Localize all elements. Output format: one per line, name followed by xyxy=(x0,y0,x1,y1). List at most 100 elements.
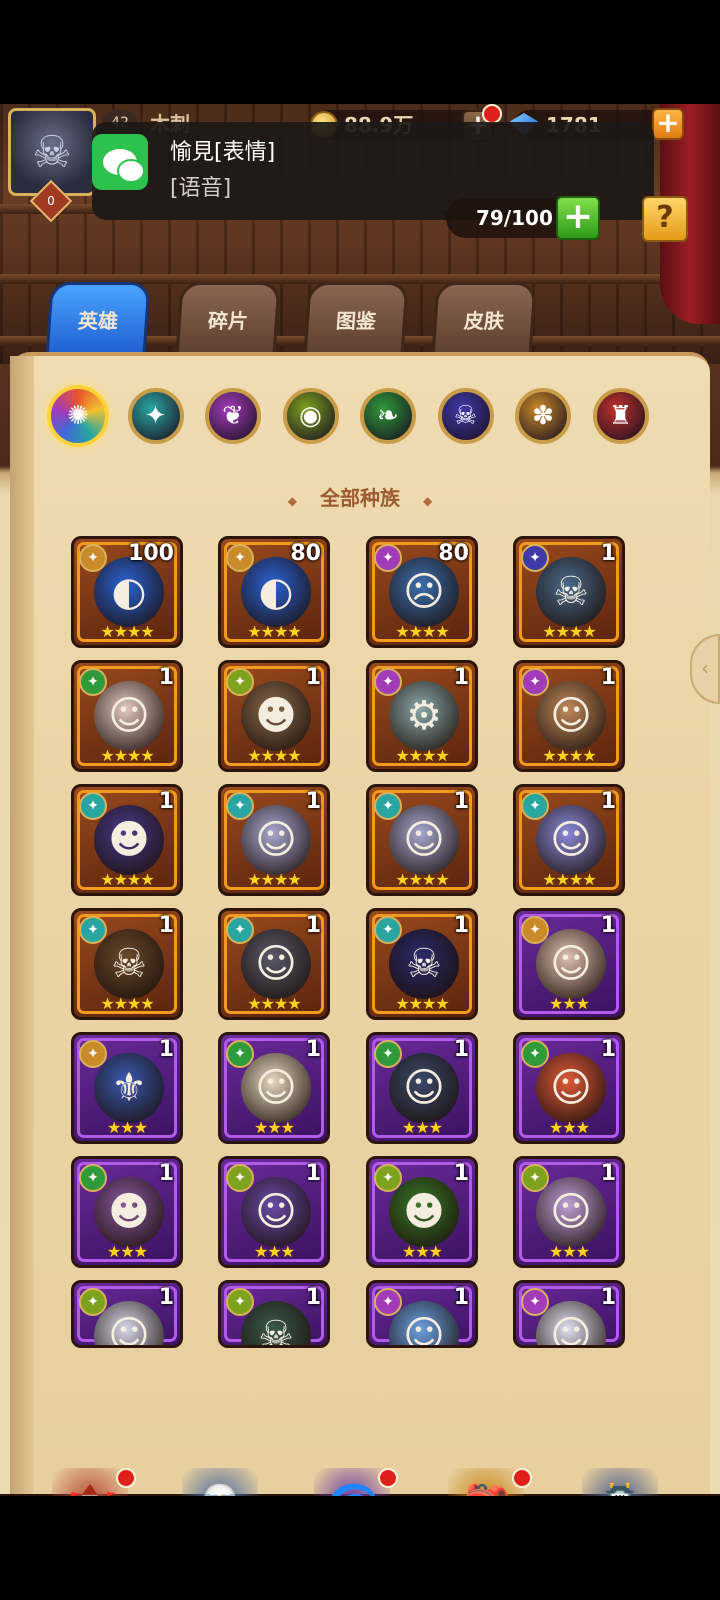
hero-card[interactable]: ◐ ✦ 80 ★★★★ xyxy=(218,536,330,648)
nav-hero[interactable]: 🧝英雄 xyxy=(160,1468,280,1496)
forest-faction-icon: ❧ xyxy=(377,401,399,431)
faction-emblem-icon: ✦ xyxy=(226,1288,254,1316)
hero-card[interactable]: ☻ ✦ 1 ★★★★ xyxy=(71,784,183,896)
hero-portrait: ☺ xyxy=(389,1053,459,1123)
tab-2[interactable]: 图鉴 xyxy=(303,282,409,358)
hero-card[interactable]: ☠ ✦ 1 xyxy=(218,1280,330,1348)
hero-level: 1 xyxy=(600,913,616,938)
hero-portrait: ◐ xyxy=(94,557,164,627)
hero-portrait: ⚜ xyxy=(94,1053,164,1123)
hero-card[interactable]: ☺ ✦ 1 ★★★ xyxy=(366,1032,478,1144)
star-rating: ★★★ xyxy=(548,994,590,1013)
question-icon: ? xyxy=(656,200,674,235)
hero-card[interactable]: ☺ ✦ 1 ★★★ xyxy=(218,1032,330,1144)
race-title-text: 全部种族 xyxy=(320,486,400,510)
faction-emblem-icon: ✦ xyxy=(521,668,549,696)
hero-card[interactable]: ☺ ✦ 1 ★★★★ xyxy=(71,660,183,772)
hero-level: 80 xyxy=(290,541,321,566)
faction-filter-light[interactable]: ✽ xyxy=(515,388,571,444)
faction-filter-darkness[interactable]: ☠ xyxy=(437,388,494,444)
hero-card[interactable]: ☺ ✦ 1 ★★★★ xyxy=(513,660,625,772)
hero-card[interactable]: ☺ ✦ 1 ★★★★ xyxy=(218,784,330,896)
tab-1[interactable]: 碎片 xyxy=(175,282,281,358)
hero-card[interactable]: ☺ ✦ 1 ★★★★ xyxy=(366,784,478,896)
hero-level: 1 xyxy=(158,1285,174,1310)
hero-card[interactable]: ☻ ✦ 1 ★★★★ xyxy=(218,660,330,772)
nav-castle[interactable]: 🏰主城 xyxy=(30,1468,150,1496)
undead-face-icon: ☠ xyxy=(32,126,72,178)
hero-card[interactable]: ☺ ✦ 1 xyxy=(71,1280,183,1348)
hero-portrait: ☺ xyxy=(241,1053,311,1123)
tab-3[interactable]: 皮肤 xyxy=(431,282,537,358)
faction-filter-transcend[interactable]: ♜ xyxy=(592,388,649,444)
hero-card[interactable]: ☺ ✦ 1 ★★★★ xyxy=(513,784,625,896)
buy-gems-button[interactable]: + xyxy=(652,108,684,140)
abyss-faction-icon: ◉ xyxy=(299,401,322,431)
notification-body: [语音] xyxy=(170,176,232,201)
star-rating: ★★★ xyxy=(253,1118,295,1137)
hero-card[interactable]: ⚙ ✦ 1 ★★★★ xyxy=(366,660,478,772)
hero-card[interactable]: ☠ ✦ 1 ★★★★ xyxy=(71,908,183,1020)
faction-filter-forest[interactable]: ❧ xyxy=(360,388,416,444)
hero-card[interactable]: ⚜ ✦ 1 ★★★ xyxy=(71,1032,183,1144)
hero-level: 1 xyxy=(453,665,469,690)
hero-portrait: ☺ xyxy=(389,805,459,875)
nav-chest[interactable]: 🎒背包 xyxy=(426,1468,546,1496)
nav-guild[interactable]: 🏯公会 xyxy=(560,1468,680,1496)
expand-capacity-button[interactable]: + xyxy=(556,196,600,240)
faction-filter-all[interactable]: ✺ xyxy=(47,385,109,447)
hero-card[interactable]: ☻ ✦ 1 ★★★ xyxy=(71,1156,183,1268)
hero-portrait: ☠ xyxy=(536,557,606,627)
faction-emblem-icon: ✦ xyxy=(79,544,107,572)
hero-portrait: ☻ xyxy=(94,1177,164,1247)
hero-level: 1 xyxy=(158,1037,174,1062)
hero-card[interactable]: ☺ ✦ 1 ★★★ xyxy=(513,1032,625,1144)
vip-level: 0 xyxy=(47,194,55,208)
hero-card[interactable]: ☺ ✦ 1 ★★★ xyxy=(513,908,625,1020)
hero-level: 1 xyxy=(305,1285,321,1310)
faction-emblem-icon: ✦ xyxy=(521,792,549,820)
hero-card[interactable]: ☺ ✦ 1 ★★★ xyxy=(513,1156,625,1268)
star-rating: ★★★★ xyxy=(100,994,154,1013)
hero-card[interactable]: ☠ ✦ 1 ★★★★ xyxy=(513,536,625,648)
faction-filter-abyss[interactable]: ◉ xyxy=(282,388,339,444)
hero-card[interactable]: ☻ ✦ 1 ★★★ xyxy=(366,1156,478,1268)
faction-emblem-icon: ✦ xyxy=(79,792,107,820)
hero-card[interactable]: ☺ ✦ 1 xyxy=(366,1280,478,1348)
transcend-faction-icon: ♜ xyxy=(608,401,633,431)
star-rating: ★★★★ xyxy=(542,746,596,765)
star-rating: ★★★ xyxy=(401,1118,443,1137)
notification-dot xyxy=(378,1468,398,1488)
hero-level: 1 xyxy=(453,1037,469,1062)
hero-card[interactable]: ☠ ✦ 1 ★★★★ xyxy=(366,908,478,1020)
faction-emblem-icon: ✦ xyxy=(79,1040,107,1068)
faction-emblem-icon: ✦ xyxy=(521,1288,549,1316)
faction-emblem-icon: ✦ xyxy=(79,668,107,696)
help-button[interactable]: ? xyxy=(642,196,688,242)
hero-card[interactable]: ☺ ✦ 1 ★★★ xyxy=(218,1156,330,1268)
hero-card[interactable]: ☺ ✦ 1 ★★★★ xyxy=(218,908,330,1020)
star-rating: ★★★ xyxy=(253,1242,295,1261)
wechat-icon xyxy=(92,134,148,190)
hero-icon: 🧝 xyxy=(182,1468,258,1496)
star-rating: ★★★★ xyxy=(395,622,449,641)
plus-icon: + xyxy=(656,106,680,139)
faction-filter-fortress[interactable]: ❦ xyxy=(205,388,261,444)
faction-emblem-icon: ✦ xyxy=(226,792,254,820)
hero-level: 1 xyxy=(453,1161,469,1186)
hero-card[interactable]: ☹ ✦ 80 ★★★★ xyxy=(366,536,478,648)
star-rating: ★★★★ xyxy=(395,994,449,1013)
diamond-icon: ◆ xyxy=(422,494,433,508)
star-rating: ★★★★ xyxy=(100,622,154,641)
faction-emblem-icon: ✦ xyxy=(226,1040,254,1068)
hero-portrait: ☺ xyxy=(241,805,311,875)
hero-card[interactable]: ◐ ✦ 100 ★★★★ xyxy=(71,536,183,648)
light-faction-icon: ✽ xyxy=(532,401,554,431)
faction-filter-shadow[interactable]: ✦ xyxy=(127,388,184,444)
hero-card[interactable]: ☺ ✦ 1 xyxy=(513,1280,625,1348)
star-rating: ★★★ xyxy=(548,1242,590,1261)
faction-emblem-icon: ✦ xyxy=(79,1164,107,1192)
faction-emblem-icon: ✦ xyxy=(226,668,254,696)
nav-portal[interactable]: 🌀探险 xyxy=(292,1468,412,1496)
tab-0[interactable]: 英雄 xyxy=(45,282,151,358)
